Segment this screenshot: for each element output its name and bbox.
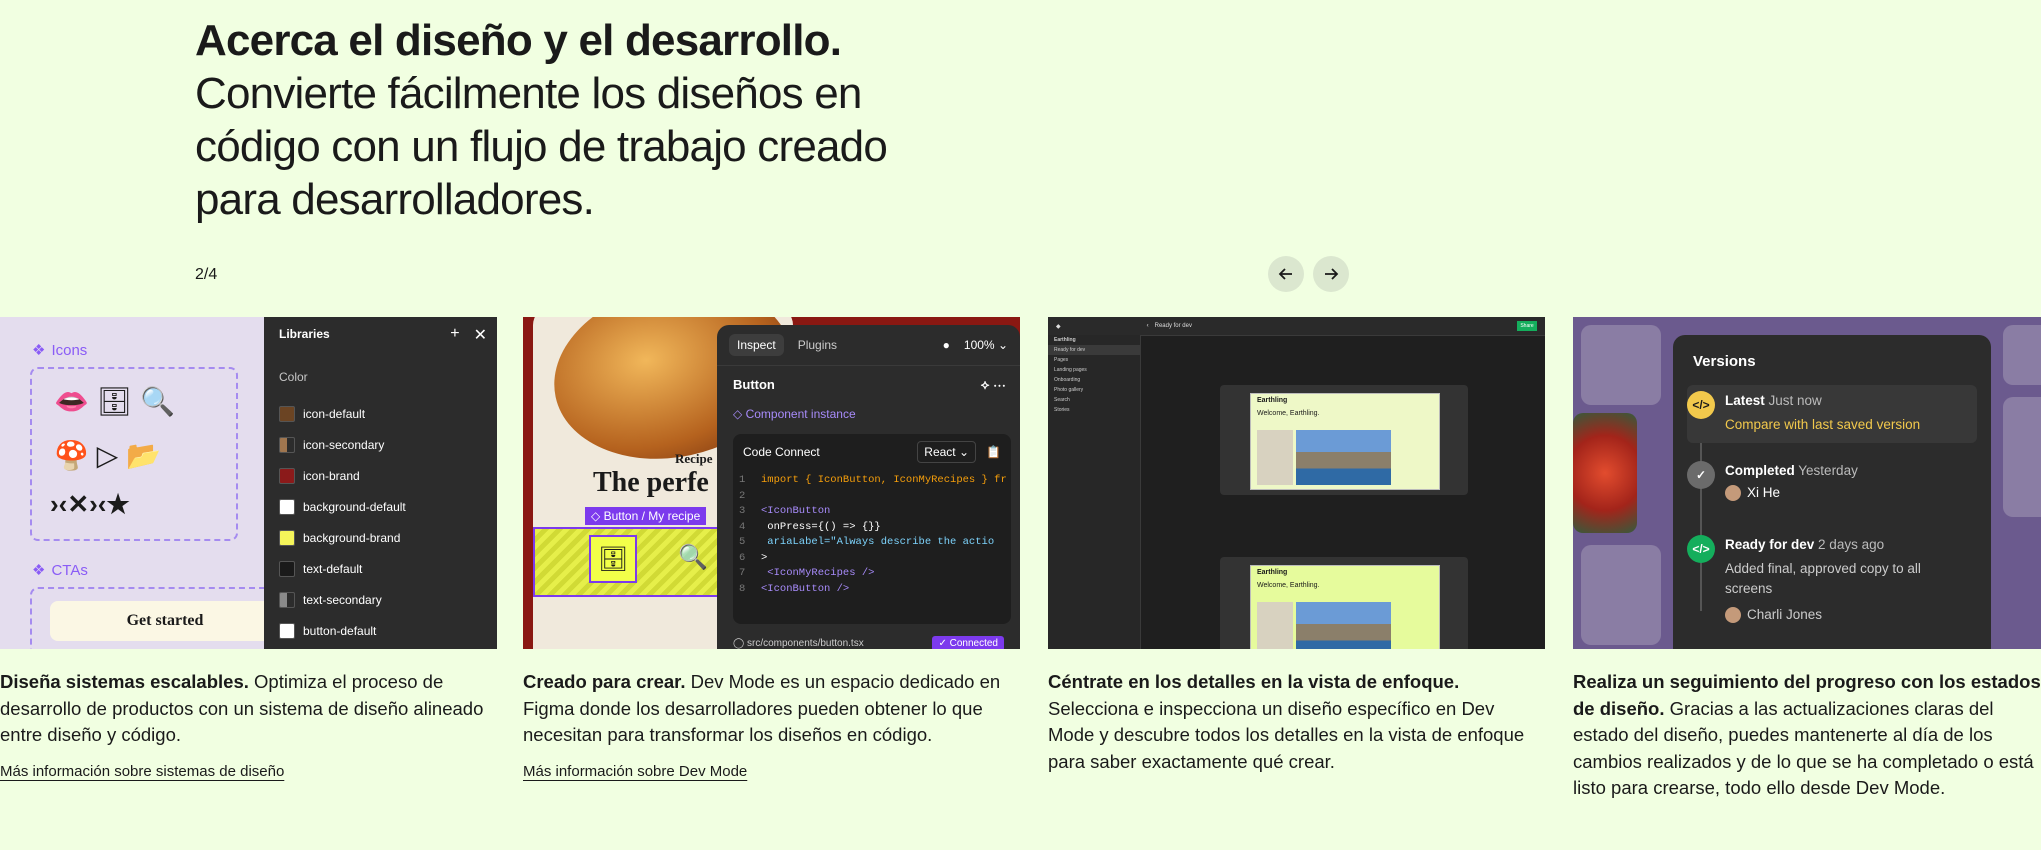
color-token[interactable]: background-default: [279, 491, 406, 522]
framework-select[interactable]: React ⌄: [917, 441, 977, 463]
prev-slide-button[interactable]: [1268, 256, 1304, 292]
recipe-title: The perfe: [593, 467, 709, 498]
headline-rest: Convierte fácilmente los diseños en códi…: [195, 69, 888, 224]
feature-card-focus-view[interactable]: ◆ ‹ Ready for dev Share Earthling Ready fo…: [1048, 317, 1545, 775]
next-slide-button[interactable]: [1313, 256, 1349, 292]
color-label: Color: [279, 370, 308, 384]
file-path: ◯ src/components/button.tsx: [733, 638, 864, 649]
focus-frame[interactable]: Earthling Welcome, Earthling.: [1220, 385, 1468, 495]
component-tag: ◇ Button / My recipe: [585, 507, 707, 525]
focus-view-preview: ◆ ‹ Ready for dev Share Earthling Ready fo…: [1048, 317, 1545, 649]
avatar: [1725, 607, 1741, 624]
color-token[interactable]: text-secondary: [279, 584, 406, 615]
design-status-preview: Versions </> Latest Just now Compare wit…: [1573, 317, 2041, 649]
card-description: Diseña sistemas escalables. Optimiza el …: [0, 671, 484, 745]
dev-mode-preview: Recipe The perfe 🗄 🔍 ◇ Button / My recip…: [523, 317, 1020, 649]
page-headline: Acerca el diseño y el desarrollo. Convie…: [195, 14, 955, 226]
libraries-title: Libraries: [279, 327, 330, 341]
color-token[interactable]: button-default: [279, 615, 406, 646]
more-icon[interactable]: ⟡ ⋯: [981, 377, 1006, 393]
feature-card-dev-mode[interactable]: Recipe The perfe 🗄 🔍 ◇ Button / My recip…: [523, 317, 1020, 781]
component-name: Button: [733, 377, 775, 392]
arrow-right-icon: [1325, 268, 1339, 280]
icon-row-2: 🍄 ▷ 📂: [54, 440, 161, 471]
color-token[interactable]: icon-secondary: [279, 429, 406, 460]
code-connect-label: Code Connect: [743, 445, 820, 459]
github-icon[interactable]: ●: [943, 338, 950, 352]
card-description: Céntrate en los detalles en la vista de …: [1048, 671, 1525, 772]
design-systems-link[interactable]: Más información sobre sistemas de diseño: [0, 763, 284, 780]
plus-icon[interactable]: +: [450, 325, 459, 345]
design-systems-preview: ❖ Icons 👄 🗄 🔍 🍄 ▷ 📂 ›‹✕›‹★ ❖ CTAs Get star…: [0, 317, 497, 649]
instance-label: ◇ Component instance: [733, 407, 856, 421]
recipe-box-icon: 🗄: [589, 535, 637, 583]
version-ready-for-dev[interactable]: </> Ready for dev 2 days ago Added final…: [1687, 531, 1977, 641]
zoom-level[interactable]: 100% ⌄: [964, 338, 1008, 352]
icons-frame: 👄 🗄 🔍 🍄 ▷ 📂 ›‹✕›‹★: [30, 367, 238, 541]
card-description: Realiza un seguimiento del progreso con …: [1573, 671, 2041, 798]
checkmark-icon: ✓: [1687, 461, 1715, 489]
code-block: Code Connect React ⌄ 📋 1 import { IconBut…: [733, 434, 1011, 624]
versions-panel: Versions </> Latest Just now Compare wit…: [1673, 335, 1991, 649]
focus-frame[interactable]: Earthling Welcome, Earthling.: [1220, 557, 1468, 649]
landscape-image: [1296, 602, 1391, 649]
feature-card-design-systems[interactable]: ❖ Icons 👄 🗄 🔍 🍄 ▷ 📂 ›‹✕›‹★ ❖ CTAs Get star…: [0, 317, 497, 781]
focus-view-toolbar: ◆ ‹ Ready for dev Share: [1048, 317, 1545, 336]
share-button[interactable]: Share: [1517, 321, 1537, 331]
connected-badge: ✓ Connected: [932, 636, 1004, 649]
headline-bold: Acerca el diseño y el desarrollo.: [195, 16, 842, 65]
code-icon: </>: [1687, 391, 1715, 419]
color-token[interactable]: background-brand: [279, 522, 406, 553]
tab-plugins[interactable]: Plugins: [798, 338, 837, 352]
landscape-image: [1296, 430, 1391, 485]
inspect-panel: Inspect Plugins ● 100% ⌄ Button ⟡ ⋯ ◇ Co…: [717, 325, 1020, 649]
ctas-section-label: ❖ CTAs: [32, 561, 88, 580]
feature-card-design-status[interactable]: Versions </> Latest Just now Compare wit…: [1573, 317, 2041, 802]
color-token[interactable]: text-default: [279, 553, 406, 584]
libraries-panel: Libraries + ✕ Color icon-default icon-sec…: [264, 317, 497, 649]
arrow-left-icon: [1278, 268, 1292, 280]
selected-component[interactable]: 🗄 🔍: [533, 527, 737, 597]
card-description: Creado para crear. Dev Mode es un espaci…: [523, 671, 1001, 745]
version-latest[interactable]: </> Latest Just now Compare with last sa…: [1687, 385, 1977, 443]
component-icon: ❖: [32, 562, 46, 579]
versions-title: Versions: [1693, 353, 1756, 370]
slide-counter: 2/4: [195, 266, 218, 283]
icon-row-1: 👄 🗄 🔍: [54, 386, 175, 417]
search-icon: 🔍: [678, 543, 708, 571]
close-icon[interactable]: ✕: [474, 325, 487, 345]
component-icon: ❖: [32, 342, 46, 359]
dev-mode-link[interactable]: Más información sobre Dev Mode: [523, 763, 747, 780]
recipe-label: Recipe: [675, 451, 713, 466]
color-token[interactable]: icon-brand: [279, 460, 406, 491]
flower-image: [1573, 413, 1637, 533]
color-token[interactable]: icon-default: [279, 398, 406, 429]
avatar: [1725, 485, 1741, 502]
tab-inspect[interactable]: Inspect: [729, 334, 784, 356]
focus-view-sidebar: Earthling Ready for dev Pages Landing pa…: [1048, 335, 1141, 649]
copy-icon[interactable]: 📋: [986, 445, 1001, 459]
version-completed[interactable]: ✓ Completed Yesterday Xi He: [1687, 457, 1977, 507]
ctas-frame: Get started: [30, 587, 280, 649]
get-started-button[interactable]: Get started: [50, 601, 280, 641]
code-icon: </>: [1687, 535, 1715, 563]
icon-row-3: ›‹✕›‹★: [50, 489, 130, 519]
icons-section-label: ❖ Icons: [32, 341, 88, 360]
